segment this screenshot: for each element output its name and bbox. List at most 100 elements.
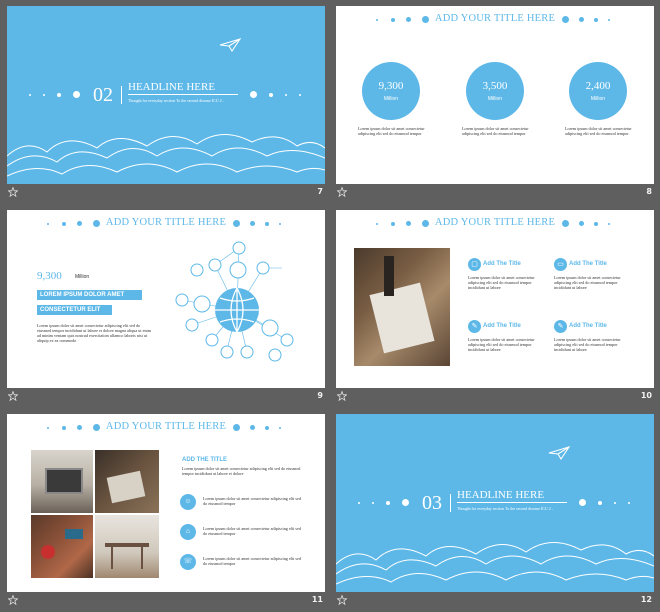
slide-title: ADD YOUR TITLE HERE	[434, 13, 556, 24]
item-title: Add The Title	[483, 323, 521, 329]
slide-title: ADD YOUR TITLE HERE	[105, 217, 227, 228]
dot	[562, 16, 569, 23]
star-icon	[337, 595, 347, 605]
label-bar-2: CONSECTETUR ELIT	[37, 305, 112, 315]
stat-unit: Million	[75, 274, 90, 280]
dot	[57, 93, 61, 97]
item-icon: ✎	[468, 320, 481, 333]
stat-unit: Million	[487, 96, 503, 102]
dot	[285, 94, 287, 96]
dot	[73, 91, 80, 98]
stat-unit: Million	[383, 96, 399, 102]
dot	[233, 424, 240, 431]
stat-description: Lorem ipsum dolor sit amet consectetur a…	[358, 126, 425, 136]
item-icon: ▭	[554, 258, 567, 271]
divider	[121, 86, 122, 104]
dot	[29, 94, 31, 96]
item-title: Add The Title	[569, 261, 607, 267]
stat-value: 3,500	[482, 80, 508, 92]
item-icon: ▢	[468, 258, 481, 271]
globe-icon	[215, 287, 259, 333]
item-text: Lorem ipsum dolor sit amet consectetur a…	[554, 337, 621, 352]
slide-11: ADD YOUR TITLE HERE ADD THE TITLE Lorem …	[7, 414, 325, 592]
dot	[279, 223, 281, 225]
stat-description: Lorem ipsum dolor sit amet consectetur a…	[565, 126, 632, 136]
body-text: Lorem ipsum dolor sit amet consectetur a…	[37, 323, 151, 343]
dot	[265, 426, 269, 430]
cloud-outline	[336, 542, 654, 585]
cloud-outline	[7, 134, 325, 177]
dot	[594, 18, 598, 22]
dot	[250, 91, 257, 98]
stat-description: Lorem ipsum dolor sit amet consectetur a…	[462, 126, 529, 136]
dot	[250, 221, 255, 226]
item-text: Lorem ipsum dolor sit amet consectetur a…	[468, 337, 535, 352]
star-icon	[337, 391, 347, 401]
star-icon	[337, 187, 347, 197]
photo-chairs	[95, 515, 159, 578]
section-number: 03	[422, 492, 442, 514]
photo-desk	[95, 450, 159, 513]
slide-number: 10	[640, 391, 652, 400]
stat-value: 9,300	[378, 80, 404, 92]
row-text: Lorem ipsum dolor sit amet consectetur a…	[203, 556, 301, 566]
dot	[614, 502, 616, 504]
photo-tools	[31, 515, 93, 578]
item-text: Lorem ipsum dolor sit amet consectetur a…	[554, 275, 621, 290]
dot	[250, 425, 255, 430]
dot	[402, 499, 409, 506]
headline: HEADLINE HERE	[457, 489, 545, 501]
row-text: Lorem ipsum dolor sit amet consectetur a…	[203, 496, 301, 506]
item-icon: ☺	[180, 494, 196, 510]
divider	[450, 494, 451, 512]
dot	[608, 223, 610, 225]
dot	[628, 502, 630, 504]
item-icon: ☏	[180, 554, 196, 570]
star-icon	[8, 595, 18, 605]
label-bar-1: LOREM IPSUM DOLOR AMET	[37, 290, 142, 300]
headline: HEADLINE HERE	[128, 81, 216, 93]
dot	[265, 222, 269, 226]
photo-notebook	[354, 248, 450, 366]
slide-title: ADD YOUR TITLE HERE	[434, 217, 556, 228]
dot	[598, 501, 602, 505]
slide-12: 03 HEADLINE HERE Thought for everyday se…	[336, 414, 654, 592]
headline-rule	[457, 502, 567, 503]
dot	[579, 499, 586, 506]
item-text: Lorem ipsum dolor sit amet consectetur a…	[468, 275, 535, 290]
subtitle: Thought for everyday section To the seco…	[128, 98, 225, 103]
slide-number: 11	[311, 595, 323, 604]
slide-7: 02 HEADLINE HERE Thought for everyday se…	[7, 6, 325, 184]
dot	[358, 502, 360, 504]
section-number: 02	[93, 84, 113, 106]
stat-value: 2,400	[585, 80, 611, 92]
slide-number: 8	[646, 187, 652, 196]
dot	[372, 502, 374, 504]
slide-number: 9	[317, 391, 323, 400]
subtitle: Thought for everyday section To the seco…	[457, 506, 554, 511]
dot	[608, 19, 610, 21]
dot	[594, 222, 598, 226]
slide-number: 12	[640, 595, 652, 604]
stat-circle: 3,500 Million	[466, 62, 524, 120]
star-icon	[8, 187, 18, 197]
dot	[233, 220, 240, 227]
slide-9: ADD YOUR TITLE HERE 9,300 Million LOREM …	[7, 210, 325, 388]
slide-number: 7	[317, 187, 323, 196]
dot	[279, 427, 281, 429]
slide-8: ADD YOUR TITLE HERE 9,300 Million Lorem …	[336, 6, 654, 184]
dot	[562, 220, 569, 227]
sub-title: ADD THE TITLE	[182, 457, 227, 463]
stat-circle: 9,300 Million	[362, 62, 420, 120]
dot	[269, 93, 273, 97]
sub-text: Lorem ipsum dolor sit amet consectetur a…	[182, 466, 301, 476]
dot	[386, 501, 390, 505]
item-icon: ⌂	[180, 524, 196, 540]
dot	[579, 17, 584, 22]
photo-laptop	[31, 450, 93, 513]
dot	[43, 94, 45, 96]
headline-rule	[128, 94, 238, 95]
item-title: Add The Title	[569, 323, 607, 329]
paper-plane-icon	[548, 446, 570, 460]
paper-plane-icon	[219, 38, 241, 52]
